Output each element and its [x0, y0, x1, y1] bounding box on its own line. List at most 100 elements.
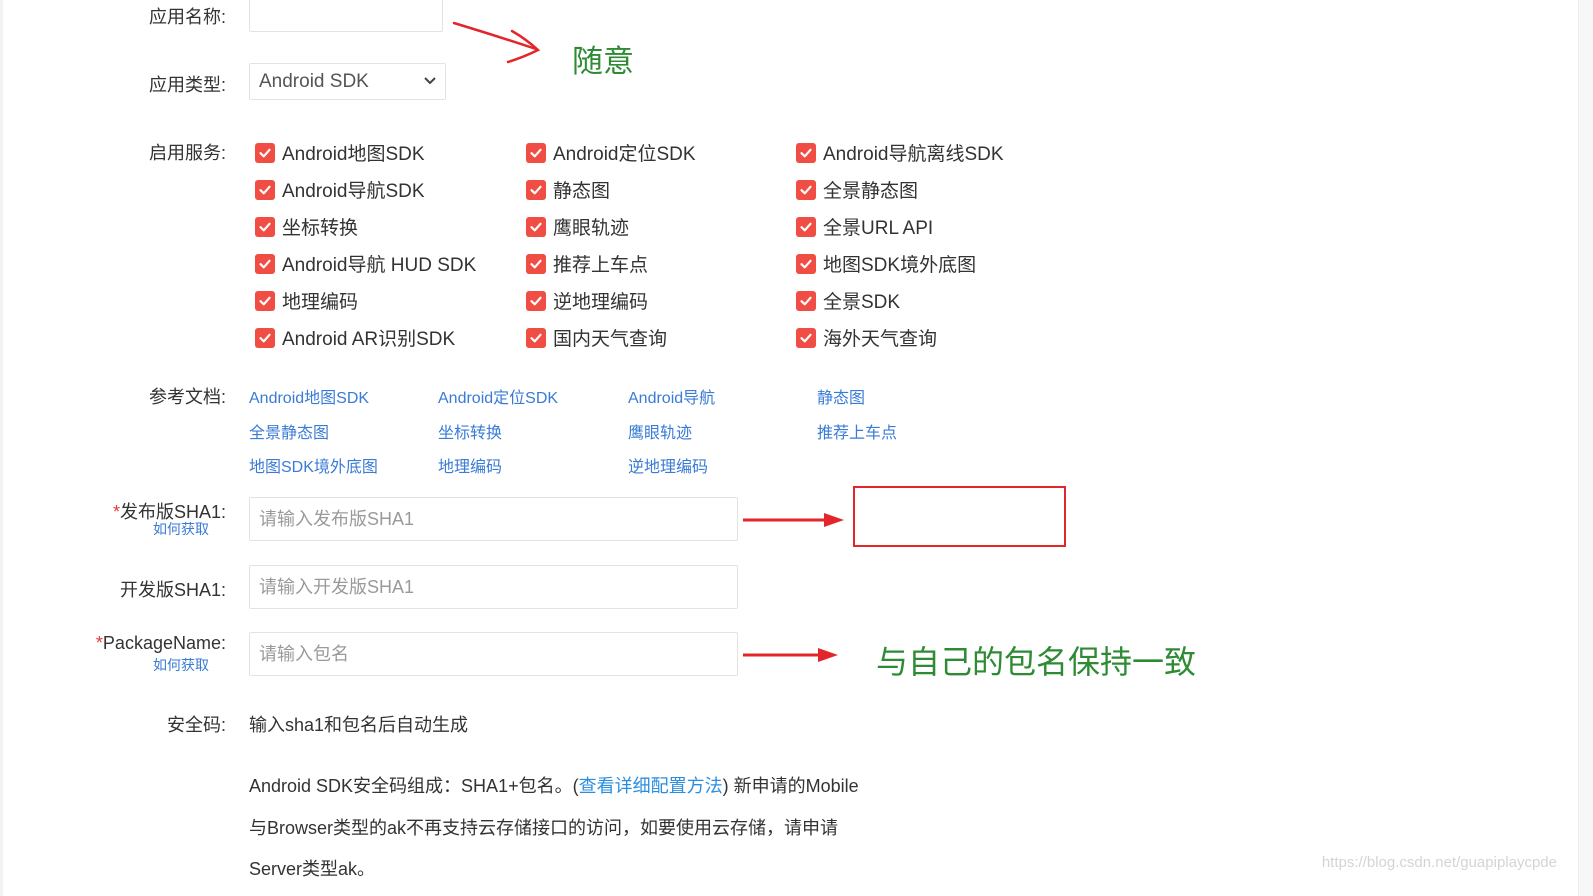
service-checkbox-label: 国内天气查询 — [553, 329, 668, 350]
annotation-arrow-release-sha1 — [743, 513, 844, 527]
service-checkbox-label: Android地图SDK — [282, 144, 425, 165]
package-name-input[interactable] — [249, 632, 738, 676]
annotation-red-box — [853, 486, 1066, 547]
service-checkbox-label: Android定位SDK — [553, 144, 696, 165]
service-checkbox[interactable]: 海外天气查询 — [796, 324, 937, 351]
release-sha1-help-link[interactable]: 如何获取 — [153, 519, 209, 539]
service-checkbox-label: 全景静态图 — [823, 181, 919, 202]
doc-link[interactable]: 静态图 — [817, 384, 865, 408]
service-checkbox[interactable]: Android定位SDK — [526, 139, 696, 166]
required-mark: * — [95, 633, 103, 653]
doc-link[interactable]: 坐标转换 — [438, 419, 502, 443]
required-mark: * — [112, 502, 120, 522]
checkbox-checked-icon[interactable] — [255, 327, 275, 348]
service-checkbox-label: 坐标转换 — [282, 218, 359, 239]
checkbox-checked-icon[interactable] — [526, 290, 546, 311]
service-checkbox[interactable]: 静态图 — [526, 176, 610, 203]
doc-link[interactable]: 推荐上车点 — [817, 419, 897, 443]
notice-line-2: 与Browser类型的ak不再支持云存储接口的访问，如要使用云存储，请申请 — [249, 818, 839, 838]
service-checkbox[interactable]: 坐标转换 — [255, 213, 358, 240]
scrollbar[interactable] — [1578, 0, 1593, 896]
checkbox-checked-icon[interactable] — [255, 142, 275, 163]
service-checkbox-label: 全景SDK — [823, 292, 901, 313]
service-checkbox[interactable]: 鹰眼轨迹 — [526, 213, 629, 240]
service-checkbox[interactable]: Android导航离线SDK — [796, 139, 1004, 166]
service-checkbox[interactable]: 国内天气查询 — [526, 324, 667, 351]
package-name-help-link[interactable]: 如何获取 — [153, 655, 209, 675]
chevron-down-icon — [423, 71, 437, 96]
checkbox-checked-icon[interactable] — [796, 216, 816, 237]
docs-label: 参考文档: — [148, 387, 226, 407]
doc-link[interactable]: Android定位SDK — [438, 384, 558, 408]
checkbox-checked-icon[interactable] — [255, 253, 275, 274]
doc-link[interactable]: Android地图SDK — [249, 384, 369, 408]
service-checkbox[interactable]: 地理编码 — [255, 287, 358, 314]
annotation-arrow-app-name — [452, 21, 541, 64]
checkbox-checked-icon[interactable] — [526, 142, 546, 163]
notice-line-1: Android SDK安全码组成：SHA1+包名。(查看详细配置方法) 新申请的… — [249, 772, 859, 798]
service-checkbox[interactable]: Android AR识别SDK — [255, 324, 455, 351]
release-sha1-input[interactable] — [249, 497, 738, 541]
service-checkbox-label: 推荐上车点 — [553, 255, 649, 276]
doc-link[interactable]: 逆地理编码 — [628, 453, 708, 477]
checkbox-checked-icon[interactable] — [255, 179, 275, 200]
service-checkbox[interactable]: Android地图SDK — [255, 139, 425, 166]
service-checkbox[interactable]: 地图SDK境外底图 — [796, 250, 976, 277]
service-checkbox-label: Android导航 HUD SDK — [282, 255, 477, 276]
service-checkbox-label: 海外天气查询 — [823, 329, 938, 350]
annotation-package-text: 与自己的包名保持一致 — [876, 644, 1197, 680]
doc-link[interactable]: Android导航 — [628, 384, 715, 408]
checkbox-checked-icon[interactable] — [526, 253, 546, 274]
doc-link[interactable]: 地图SDK境外底图 — [249, 453, 378, 477]
checkbox-checked-icon[interactable] — [796, 253, 816, 274]
service-checkbox[interactable]: 推荐上车点 — [526, 250, 648, 277]
services-label: 启用服务: — [148, 143, 226, 163]
checkbox-checked-icon[interactable] — [526, 179, 546, 200]
service-checkbox-label: Android AR识别SDK — [282, 329, 456, 350]
checkbox-checked-icon[interactable] — [255, 290, 275, 311]
checkbox-checked-icon[interactable] — [526, 216, 546, 237]
service-checkbox-label: 地图SDK境外底图 — [823, 255, 977, 276]
checkbox-checked-icon[interactable] — [796, 290, 816, 311]
checkbox-checked-icon[interactable] — [526, 327, 546, 348]
config-method-link[interactable]: 查看详细配置方法 — [579, 776, 723, 796]
service-checkbox-label: 全景URL API — [823, 218, 934, 239]
doc-link[interactable]: 地理编码 — [438, 453, 502, 477]
notice-line-1-tail: ) 新申请的Mobile — [722, 776, 859, 796]
security-code-label: 安全码: — [166, 715, 226, 735]
checkbox-checked-icon[interactable] — [796, 179, 816, 200]
service-checkbox-label: Android导航离线SDK — [823, 144, 1004, 165]
service-checkbox[interactable]: 逆地理编码 — [526, 287, 648, 314]
package-name-label-text: PackageName: — [102, 633, 226, 653]
watermark: https://blog.csdn.net/guapiplaycpde — [1321, 854, 1557, 871]
security-code-value: 输入sha1和包名后自动生成 — [249, 715, 469, 735]
app-name-label: 应用名称: — [148, 7, 226, 27]
package-name-label: *PackageName: — [96, 633, 226, 654]
service-checkbox[interactable]: 全景URL API — [796, 213, 933, 240]
service-checkbox-label: 逆地理编码 — [553, 292, 649, 313]
left-edge — [0, 0, 3, 896]
dev-sha1-input[interactable] — [249, 565, 738, 609]
checkbox-checked-icon[interactable] — [796, 327, 816, 348]
service-checkbox[interactable]: 全景静态图 — [796, 176, 918, 203]
checkbox-checked-icon[interactable] — [796, 142, 816, 163]
checkbox-checked-icon[interactable] — [255, 216, 275, 237]
notice-line-1-text: Android SDK安全码组成：SHA1+包名。( — [249, 776, 579, 796]
dev-sha1-label: 开发版SHA1: — [119, 580, 226, 600]
service-checkbox[interactable]: Android导航 HUD SDK — [255, 250, 476, 277]
doc-link[interactable]: 鹰眼轨迹 — [628, 419, 692, 443]
app-type-label: 应用类型: — [148, 75, 226, 95]
doc-link[interactable]: 全景静态图 — [249, 419, 329, 443]
app-type-value: Android SDK — [259, 70, 369, 92]
service-checkbox[interactable]: 全景SDK — [796, 287, 900, 314]
service-checkbox-label: 静态图 — [553, 181, 611, 202]
service-checkbox-label: 鹰眼轨迹 — [553, 218, 630, 239]
service-checkbox[interactable]: Android导航SDK — [255, 176, 425, 203]
service-checkbox-label: 地理编码 — [282, 292, 359, 313]
app-name-input[interactable] — [249, 0, 443, 32]
service-checkbox-label: Android导航SDK — [282, 181, 425, 202]
app-type-select[interactable]: Android SDK — [249, 63, 446, 100]
annotation-arrow-package-name — [743, 648, 838, 662]
notice-line-3: Server类型ak。 — [249, 859, 376, 879]
annotation-any-text: 随意 — [572, 44, 634, 79]
